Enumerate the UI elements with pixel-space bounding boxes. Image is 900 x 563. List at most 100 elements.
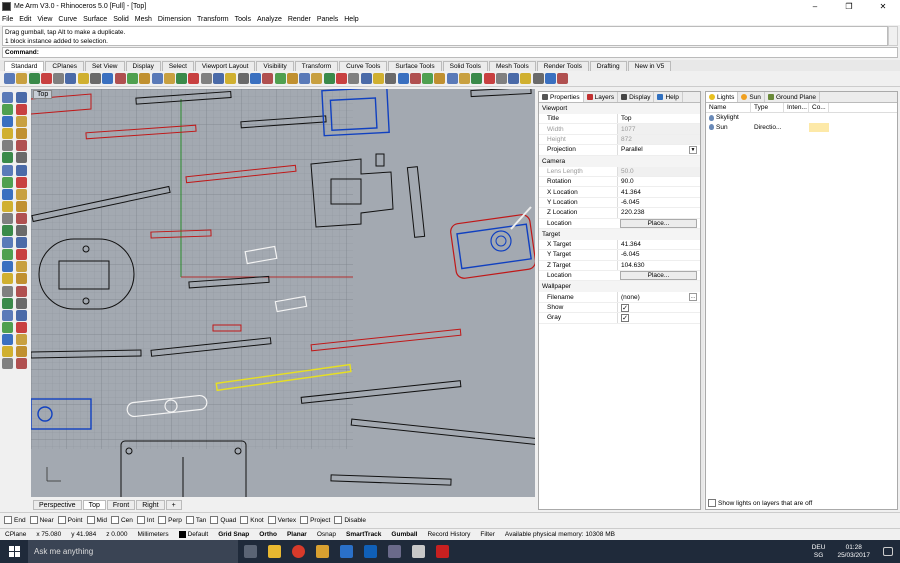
toolbar-command-icon[interactable] (200, 73, 212, 84)
osnap-mid[interactable]: Mid (86, 516, 107, 524)
modeling-tool-icon[interactable] (16, 297, 27, 309)
tab-set-view[interactable]: Set View (84, 61, 125, 71)
tab-visibility[interactable]: Visibility (256, 61, 294, 71)
menu-view[interactable]: View (37, 16, 56, 23)
top-viewport[interactable]: Top (31, 89, 535, 497)
tab-cplanes[interactable]: CPlanes (45, 61, 84, 71)
modeling-tool-icon[interactable] (2, 212, 13, 224)
modeling-tool-icon[interactable] (2, 273, 13, 285)
toolbar-command-icon[interactable] (422, 73, 434, 84)
taskbar-search[interactable]: Ask me anything (28, 540, 238, 563)
grid-snap-toggle[interactable]: Grid Snap (213, 531, 254, 538)
toolbar-command-icon[interactable] (311, 73, 323, 84)
layer-indicator[interactable]: Default (174, 530, 214, 538)
modeling-tool-icon[interactable] (2, 249, 13, 261)
tab-perspective[interactable]: Perspective (33, 499, 82, 510)
modeling-tool-icon[interactable] (2, 164, 13, 176)
folder-icon[interactable] (310, 540, 334, 563)
modeling-tool-icon[interactable] (2, 333, 13, 345)
checkbox[interactable] (110, 516, 119, 524)
tab-render-tools[interactable]: Render Tools (536, 61, 589, 71)
toolbar-command-icon[interactable] (225, 73, 237, 84)
tab-display[interactable]: Display (125, 61, 161, 71)
checkbox[interactable] (29, 516, 38, 524)
toolbar-command-icon[interactable] (434, 73, 446, 84)
show-lights-off-layers-option[interactable]: Show lights on layers that are off (706, 499, 812, 507)
tab-mesh-tools[interactable]: Mesh Tools (488, 61, 536, 71)
notification-icon[interactable] (876, 540, 900, 563)
title-field[interactable]: Top (617, 114, 700, 124)
checkbox[interactable] (300, 516, 309, 524)
toolbar-command-icon[interactable] (372, 73, 384, 84)
toolbar-command-icon[interactable] (385, 73, 397, 84)
modeling-tool-icon[interactable] (16, 164, 27, 176)
toolbar-command-icon[interactable] (176, 73, 188, 84)
tab-transform[interactable]: Transform (294, 61, 339, 71)
osnap-tan[interactable]: Tan (185, 516, 206, 524)
toolbar-command-icon[interactable] (557, 73, 569, 84)
maximize-button[interactable]: ❐ (832, 0, 866, 13)
y-target-field[interactable]: -6.045 (617, 250, 700, 260)
tab-display-panel[interactable]: Display (618, 92, 655, 102)
toolbar-command-icon[interactable] (65, 73, 77, 84)
toolbar-command-icon[interactable] (286, 73, 298, 84)
checkbox[interactable] (158, 516, 167, 524)
modeling-tool-icon[interactable] (16, 249, 27, 261)
smarttrack-toggle[interactable]: SmartTrack (341, 531, 386, 538)
toolbar-command-icon[interactable] (471, 73, 483, 84)
column-name[interactable]: Name (706, 103, 751, 112)
modeling-tool-icon[interactable] (2, 309, 13, 321)
tab-help[interactable]: Help (654, 92, 683, 102)
osnap-int[interactable]: Int (136, 516, 154, 524)
osnap-project[interactable]: Project (300, 516, 330, 524)
toolbar-command-icon[interactable] (299, 73, 311, 84)
tab-lights[interactable]: Lights (706, 92, 739, 102)
filename-field[interactable]: (none)... (617, 292, 700, 302)
menu-solid[interactable]: Solid (113, 16, 133, 23)
chevron-down-icon[interactable]: ▼ (689, 145, 697, 154)
viewport-canvas[interactable] (31, 89, 535, 497)
rotation-field[interactable]: 90.0 (617, 176, 700, 187)
modeling-tool-icon[interactable] (16, 225, 27, 237)
toolbar-command-icon[interactable] (495, 73, 507, 84)
minimize-button[interactable]: – (798, 0, 832, 13)
checkbox[interactable] (86, 516, 95, 524)
modeling-tool-icon[interactable] (16, 285, 27, 297)
file-explorer-icon[interactable] (262, 540, 286, 563)
command-history-scrollbar[interactable] (888, 26, 898, 46)
toolbar-command-icon[interactable] (4, 73, 15, 84)
checkbox[interactable] (334, 516, 343, 524)
menu-help[interactable]: Help (344, 16, 362, 23)
modeling-tool-icon[interactable] (2, 92, 13, 103)
light-row-skylight[interactable]: Skylight (706, 113, 897, 123)
modeling-tool-icon[interactable] (2, 152, 13, 164)
modeling-tool-icon[interactable] (16, 176, 27, 188)
tab-select[interactable]: Select (161, 61, 194, 71)
modeling-tool-icon[interactable] (16, 333, 27, 345)
cplane-indicator[interactable]: CPlane (0, 531, 31, 538)
modeling-tool-icon[interactable] (2, 358, 13, 370)
modeling-tool-icon[interactable] (2, 261, 13, 273)
menu-analyze[interactable]: Analyze (257, 16, 286, 23)
osnap-toggle[interactable]: Osnap (312, 531, 341, 538)
modeling-tool-icon[interactable] (16, 104, 27, 116)
modeling-tool-icon[interactable] (16, 321, 27, 333)
toolbar-command-icon[interactable] (323, 73, 335, 84)
toolbar-command-icon[interactable] (237, 73, 249, 84)
modeling-tool-icon[interactable] (16, 188, 27, 200)
osnap-disable[interactable]: Disable (334, 516, 366, 524)
y-location-field[interactable]: -6.045 (617, 197, 700, 208)
ortho-toggle[interactable]: Ortho (254, 531, 282, 538)
tab-standard[interactable]: Standard (4, 61, 45, 71)
tab-solid-tools[interactable]: Solid Tools (442, 61, 488, 71)
menu-curve[interactable]: Curve (58, 16, 81, 23)
toolbar-command-icon[interactable] (483, 73, 495, 84)
toolbar-command-icon[interactable] (213, 73, 225, 84)
modeling-tool-icon[interactable] (16, 116, 27, 128)
toolbar-command-icon[interactable] (40, 73, 52, 84)
modeling-tool-icon[interactable] (2, 188, 13, 200)
tab-properties[interactable]: Properties (539, 92, 584, 102)
toolbar-command-icon[interactable] (77, 73, 89, 84)
record-history-toggle[interactable]: Record History (422, 531, 475, 538)
modeling-tool-icon[interactable] (2, 345, 13, 357)
